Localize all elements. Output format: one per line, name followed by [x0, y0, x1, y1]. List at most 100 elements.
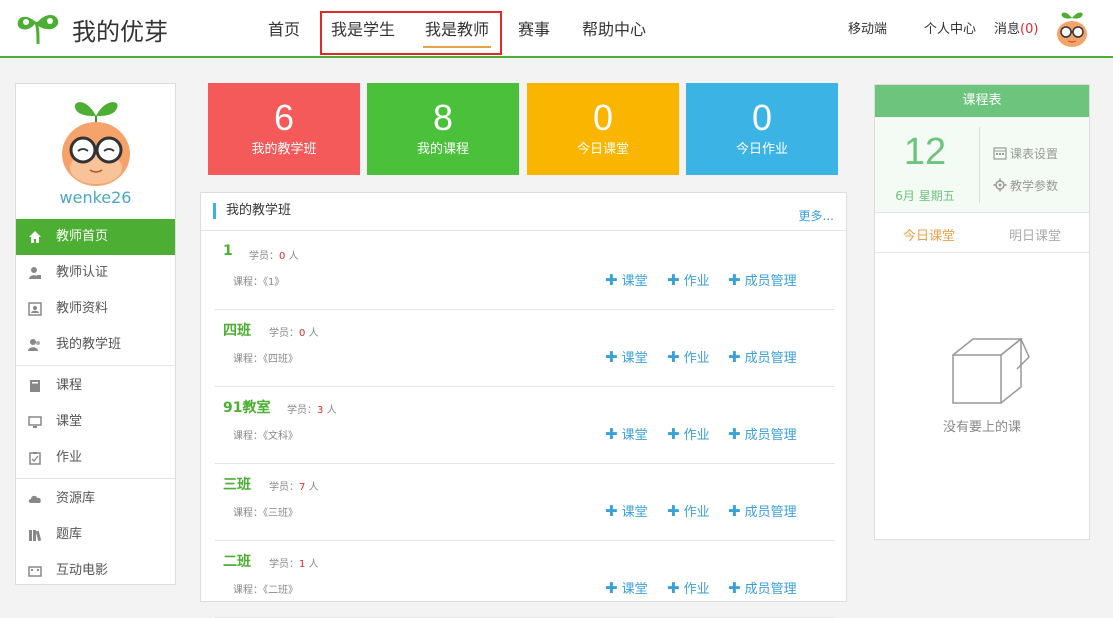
schedule-settings-label: 课表设置	[1010, 147, 1059, 161]
sidebar-item-question-bank[interactable]: 题库	[16, 517, 175, 553]
sprout-logo-icon	[17, 14, 59, 45]
clipboard-icon	[29, 452, 41, 465]
class-course: 课程：《四班》	[233, 350, 298, 365]
class-name[interactable]: 二班	[223, 551, 251, 571]
stat-my-courses[interactable]: 8 我的课程	[367, 83, 519, 175]
class-name[interactable]: 91教室	[223, 397, 270, 417]
monitor-icon	[28, 416, 42, 428]
add-homework-button[interactable]: ✚ 作业	[667, 578, 710, 597]
sidebar-item-homework[interactable]: 作业	[16, 440, 175, 476]
sidebar-item-label: 资源库	[56, 491, 96, 506]
plus-icon: ✚	[667, 425, 680, 443]
book-icon	[30, 380, 40, 392]
nav-contest[interactable]: 赛事	[518, 16, 550, 40]
sidebar-item-label: 课堂	[56, 414, 83, 429]
more-link[interactable]: 更多...	[799, 207, 834, 224]
sidebar-menu: 教师首页 教师认证 教师资料 我的教学班 课程 课堂 作业 资源库 题库 互动电…	[16, 219, 175, 589]
add-classroom-button[interactable]: ✚ 课堂	[605, 424, 648, 443]
class-course: 课程：《三班》	[233, 504, 298, 519]
sidebar-item-classroom[interactable]: 课堂	[16, 404, 175, 440]
action-label: 成员管理	[744, 582, 797, 597]
sidebar-item-label: 教师认证	[56, 265, 109, 280]
nav-home[interactable]: 首页	[268, 16, 300, 40]
member-management-button[interactable]: ✚ 成员管理	[728, 501, 797, 520]
username[interactable]: wenke26	[16, 188, 175, 207]
student-unit: 人	[308, 482, 319, 493]
sidebar-item-label: 题库	[56, 527, 83, 542]
course-name: 《三班》	[263, 508, 298, 519]
tab-today-classroom[interactable]: 今日课堂	[903, 225, 955, 244]
stat-label: 今日课堂	[576, 142, 629, 157]
class-student-count: 学员：1 人	[269, 555, 319, 570]
add-classroom-button[interactable]: ✚ 课堂	[605, 501, 648, 520]
student-label: 学员：	[287, 405, 317, 416]
sidebar-item-teacher-home[interactable]: 教师首页	[16, 219, 175, 255]
course-name: 《四班》	[263, 354, 298, 365]
schedule-title: 课程表	[875, 85, 1089, 117]
stat-my-classes[interactable]: 6 我的教学班	[208, 83, 360, 175]
plus-icon: ✚	[605, 348, 618, 366]
course-label: 课程：	[233, 431, 263, 442]
sidebar-item-courses[interactable]: 课程	[16, 368, 175, 404]
action-label: 课堂	[621, 351, 648, 366]
sidebar-item-teacher-profile[interactable]: 教师资料	[16, 291, 175, 327]
plus-icon: ✚	[667, 271, 680, 289]
add-homework-button[interactable]: ✚ 作业	[667, 424, 710, 443]
student-count-value: 0	[299, 328, 306, 339]
member-management-button[interactable]: ✚ 成员管理	[728, 270, 797, 289]
plus-icon: ✚	[605, 425, 618, 443]
user-center-link[interactable]: 个人中心	[924, 18, 976, 37]
action-label: 作业	[683, 428, 710, 443]
menu-divider	[16, 365, 175, 366]
sidebar-item-teacher-cert[interactable]: 教师认证	[16, 255, 175, 291]
user-avatar[interactable]	[1052, 8, 1092, 48]
class-student-count: 学员：3 人	[287, 401, 337, 416]
add-homework-button[interactable]: ✚ 作业	[667, 270, 710, 289]
add-homework-button[interactable]: ✚ 作业	[667, 347, 710, 366]
student-unit: 人	[288, 251, 299, 262]
plus-icon: ✚	[605, 502, 618, 520]
sidebar-item-resources[interactable]: 资源库	[16, 481, 175, 517]
class-course: 课程：《文科》	[233, 427, 298, 442]
sidebar: wenke26 教师首页 教师认证 教师资料 我的教学班 课程 课堂 作业 资源…	[15, 83, 176, 585]
action-label: 课堂	[621, 428, 648, 443]
sidebar-item-label: 教师首页	[56, 229, 109, 244]
site-logo[interactable]: 我的优芽	[14, 8, 174, 48]
teaching-params-link[interactable]: 教学参数	[993, 177, 1058, 194]
sidebar-item-label: 我的教学班	[56, 337, 122, 352]
sidebar-item-interactive-movie[interactable]: 互动电影	[16, 553, 175, 589]
action-label: 作业	[683, 351, 710, 366]
plus-icon: ✚	[667, 348, 680, 366]
stat-today-homework[interactable]: 0 今日作业	[686, 83, 838, 175]
tab-tomorrow-classroom[interactable]: 明日课堂	[1009, 225, 1061, 244]
messages-link[interactable]: 消息(0)	[994, 18, 1038, 37]
sidebar-item-label: 教师资料	[56, 301, 109, 316]
course-name: 《1》	[263, 277, 285, 288]
teacher-avatar[interactable]	[51, 94, 141, 190]
member-management-button[interactable]: ✚ 成员管理	[728, 578, 797, 597]
class-name[interactable]: 四班	[223, 320, 251, 340]
empty-box-icon	[952, 337, 1030, 404]
mobile-link[interactable]: 移动端	[848, 18, 887, 37]
add-classroom-button[interactable]: ✚ 课堂	[605, 270, 648, 289]
schedule-settings-link[interactable]: 课表设置	[993, 145, 1058, 162]
class-name[interactable]: 三班	[223, 474, 251, 494]
member-management-button[interactable]: ✚ 成员管理	[728, 424, 797, 443]
profile-card-icon	[28, 302, 42, 316]
add-classroom-button[interactable]: ✚ 课堂	[605, 347, 648, 366]
add-classroom-button[interactable]: ✚ 课堂	[605, 578, 648, 597]
add-homework-button[interactable]: ✚ 作业	[667, 501, 710, 520]
menu-divider	[16, 478, 175, 479]
table-row: 91教室 学员：3 人课程：《文科》 ✚ 课堂 ✚ 作业 ✚ 成员管理	[215, 387, 835, 464]
nav-help[interactable]: 帮助中心	[582, 16, 646, 40]
member-management-button[interactable]: ✚ 成员管理	[728, 347, 797, 366]
course-name: 《文科》	[263, 431, 298, 442]
logo-text: 我的优芽	[72, 18, 168, 46]
class-name[interactable]: 1	[223, 243, 233, 259]
sidebar-item-my-classes[interactable]: 我的教学班	[16, 327, 175, 363]
class-course: 课程：《1》	[233, 273, 284, 288]
user-badge-icon	[29, 267, 41, 279]
panel-title: 我的教学班	[213, 203, 291, 219]
gear-icon	[993, 178, 1007, 192]
stat-today-classroom[interactable]: 0 今日课堂	[527, 83, 679, 175]
